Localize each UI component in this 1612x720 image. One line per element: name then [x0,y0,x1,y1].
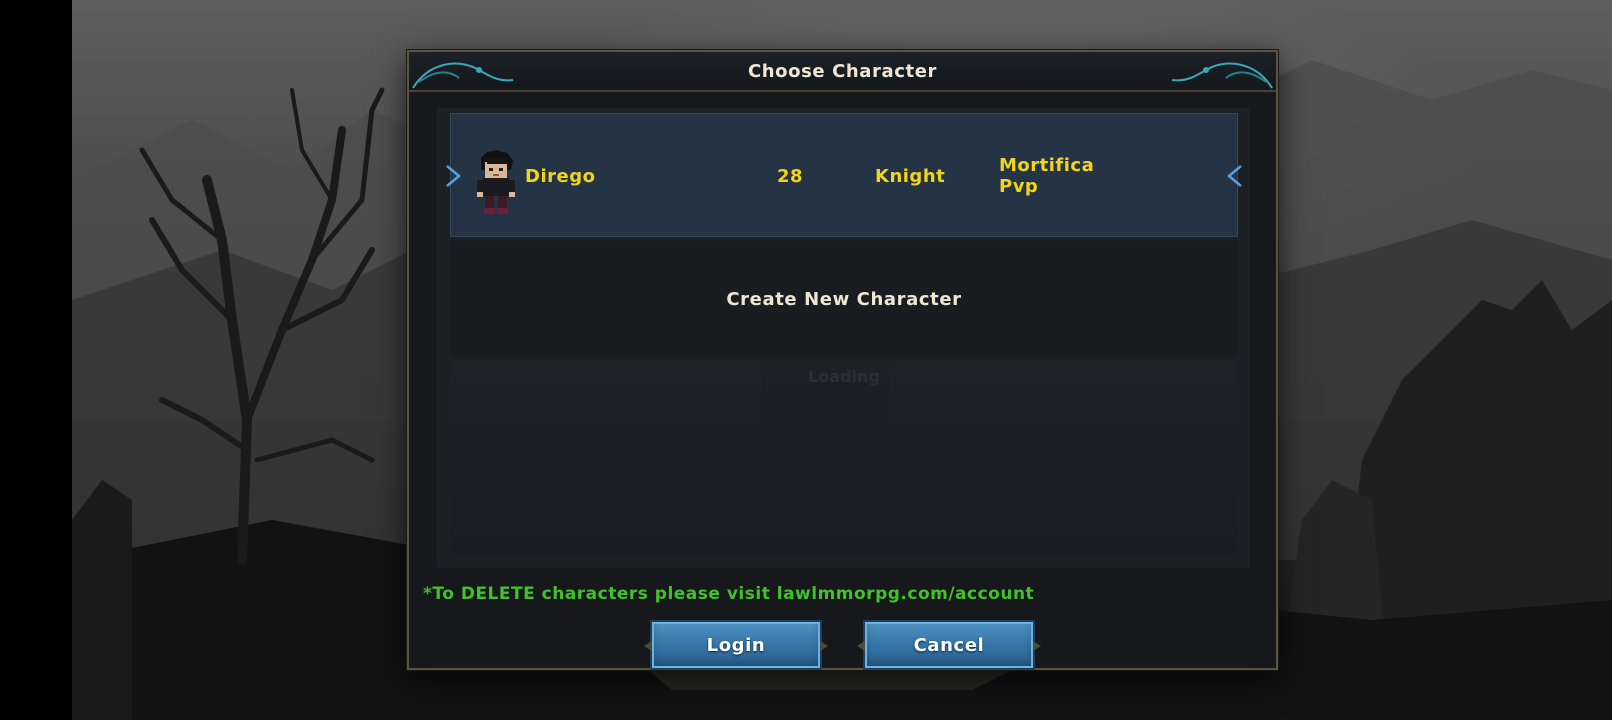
character-row-selected[interactable]: Dirego 28 Knight Mortifica Pvp [446,113,1242,237]
empty-slot-area: Loading [450,361,1238,557]
button-tip-icon [857,641,865,651]
delete-notice: *To DELETE characters please visit lawlm… [423,584,1035,604]
chevron-left-icon [1225,164,1245,188]
character-world: Mortifica Pvp [999,155,1129,197]
character-class: Knight [875,166,946,187]
button-tip-icon [1033,641,1041,651]
character-list: Dirego 28 Knight Mortifica Pvp Create Ne… [437,108,1249,568]
chevron-right-icon [443,164,463,188]
dialog-title: Choose Character [747,60,938,82]
choose-character-dialog: Choose Character Dirego 28 Knight Mortif… [407,50,1278,670]
login-button-label: Login [706,634,766,656]
faded-status-text: Loading [808,367,880,386]
cancel-button[interactable]: Cancel [857,620,1041,670]
character-name: Dirego [525,166,596,187]
world-type: Pvp [999,176,1039,197]
create-new-character-button[interactable]: Create New Character [450,241,1238,357]
create-new-character-label: Create New Character [726,288,962,310]
character-avatar [477,150,515,214]
dialog-title-bar: Choose Character [409,52,1276,92]
login-button[interactable]: Login [644,620,828,670]
character-level: 28 [777,166,804,187]
ornament-icon [1171,62,1273,89]
button-tip-icon [644,641,652,651]
ornament-icon [412,62,514,89]
button-tip-icon [820,641,828,651]
world-name: Mortifica [999,155,1095,176]
cancel-button-label: Cancel [913,634,985,656]
